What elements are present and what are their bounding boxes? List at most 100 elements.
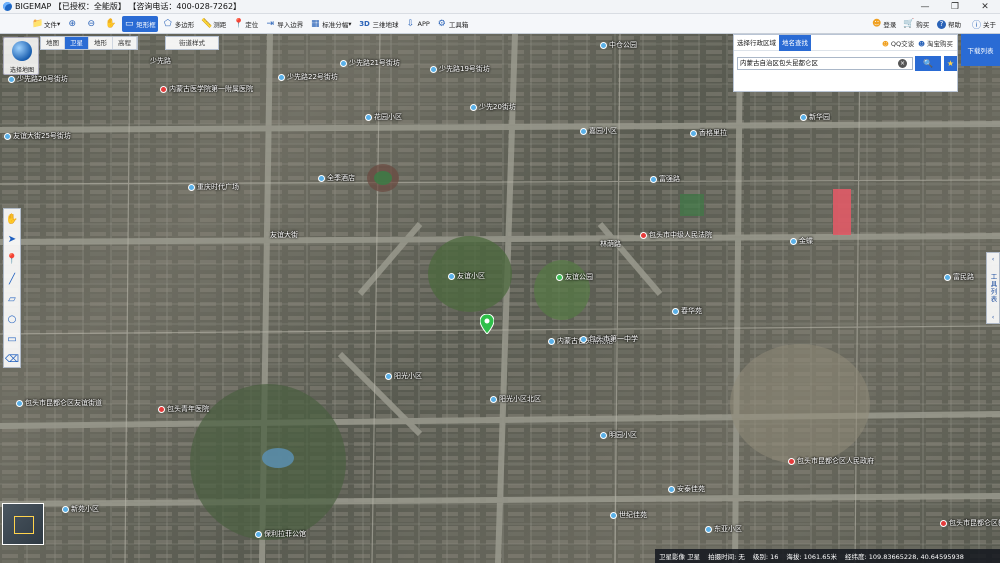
poi-label[interactable]: 包头市昆都仑区友谊街道 [16, 398, 102, 408]
street-style-button[interactable]: 街道样式 [165, 36, 219, 50]
poi-label[interactable]: 明园小区 [600, 430, 637, 440]
rectangle-select-icon: ▭ [125, 18, 134, 29]
poi-label[interactable]: 富强路 [650, 174, 680, 184]
poi-label[interactable]: 全季酒店 [318, 173, 355, 183]
marker-tool-icon[interactable]: 📍 [4, 249, 20, 269]
poi-label[interactable]: 世纪佳苑 [610, 510, 647, 520]
map-roads [0, 34, 1000, 563]
close-button[interactable]: ✕ [970, 0, 1000, 14]
help-button[interactable]: ? 帮助 [937, 14, 961, 34]
zoom-out-button[interactable]: ⊖ [84, 16, 100, 32]
status-lnglat: 经纬度: 109.83665228, 40.64595938 [845, 553, 964, 561]
poi-label[interactable]: 少先路21号街坊 [340, 58, 400, 68]
measure-distance-button[interactable]: 📏 测距 [199, 16, 228, 32]
poi-marker-icon [672, 307, 679, 315]
buy-button[interactable]: 🛒 购买 [903, 14, 929, 34]
rectangle-select-button[interactable]: ▭ 矩形框 [122, 15, 158, 32]
hand-tool-icon[interactable]: ✋ [4, 209, 20, 229]
poi-label[interactable]: 保利拉菲公馆 [255, 529, 306, 539]
poi-label[interactable]: 嘉园小区 [580, 126, 617, 136]
pan-button[interactable]: ✋ [103, 16, 119, 32]
poi-marker-icon [548, 337, 555, 345]
poi-label[interactable]: 东亚小区 [705, 524, 742, 534]
window-title: BIGEMAP 【已授权：全能版】 【咨询电话：400-028-7262】 [15, 2, 242, 11]
poi-marker-icon [580, 127, 587, 135]
poi-label[interactable]: 包头青年医院 [158, 404, 209, 414]
poi-marker-icon [4, 132, 11, 140]
polygon-tool-icon[interactable]: ▱ [4, 289, 20, 309]
login-button[interactable]: ☻ 登录 [872, 14, 896, 34]
tab-map[interactable]: 地图 [41, 37, 65, 49]
taobao-buy-button[interactable]: ☻ 淘宝购买 [918, 38, 953, 48]
poi-label[interactable]: 金蝶 [790, 236, 813, 246]
search-button[interactable]: 🔍 [915, 56, 941, 71]
rectangle-tool-icon[interactable]: ▭ [4, 329, 20, 349]
collapse-arrow-icon[interactable]: ‹ [992, 255, 995, 263]
poi-label[interactable]: 新苑小区 [62, 504, 99, 514]
minimize-button[interactable]: — [910, 0, 940, 14]
green-location-pin-icon[interactable] [480, 314, 494, 334]
file-menu-button[interactable]: 📁 文件 ▾ [30, 16, 62, 32]
about-button[interactable]: ⓘ 关于 [972, 14, 996, 34]
tab-select-region[interactable]: 选择行政区域 [734, 35, 779, 51]
poi-label[interactable]: 包头市昆都仑区人民政府 [788, 456, 874, 466]
line-tool-icon[interactable]: ╱ [4, 269, 20, 289]
about-icon: ⓘ [972, 20, 982, 31]
poi-marker-icon [650, 175, 657, 183]
tab-place-search[interactable]: 地名查找 [779, 34, 811, 51]
eraser-tool-icon[interactable]: ⌫ [4, 349, 20, 369]
pointer-tool-icon[interactable]: ➤ [4, 229, 20, 249]
collapse-arrow-icon[interactable]: ‹ [992, 313, 995, 321]
tab-terrain[interactable]: 地形 [89, 37, 113, 49]
poi-marker-icon [430, 65, 437, 73]
polygon-button[interactable]: ⬠ 多边形 [161, 16, 197, 32]
poi-label[interactable]: 少先路20号街坊 [8, 74, 68, 84]
poi-marker-icon [448, 272, 455, 280]
poi-text: 安泰佳苑 [677, 485, 705, 493]
poi-label[interactable]: 少先20街坊 [470, 102, 516, 112]
poi-label[interactable]: 友谊大街25号街坊 [4, 131, 71, 141]
import-boundary-button[interactable]: ⇥ 导入边界 [263, 16, 305, 32]
zoom-in-button[interactable]: ⊕ [65, 16, 81, 32]
poi-label[interactable]: 中仓公园 [600, 40, 637, 50]
poi-marker-icon [278, 73, 285, 81]
toolbox-button[interactable]: ⚙ 工具箱 [435, 16, 471, 32]
poi-label[interactable]: 阳光小区北区 [490, 394, 541, 404]
poi-label[interactable]: 内蒙古医学院第一附属医院 [160, 84, 253, 94]
standard-sheet-button[interactable]: ▦ 标准分幅 ▾ [308, 16, 353, 32]
3d-globe-button[interactable]: 3D 三维地球 [357, 16, 401, 32]
poi-label[interactable]: 春华苑 [672, 306, 702, 316]
locate-button[interactable]: 📍 定位 [231, 16, 260, 32]
poi-label[interactable]: 新华园 [800, 112, 830, 122]
road-label: 友谊大街 [270, 230, 298, 240]
satellite-map[interactable]: 少先路20号街坊 少先路21号街坊 少先路22号街坊 少先路19号街坊 内蒙古医… [0, 34, 1000, 563]
poi-label[interactable]: 富民路 [944, 272, 974, 282]
maximize-button[interactable]: ❐ [940, 0, 970, 14]
poi-label[interactable]: 重庆时代广场 [188, 182, 239, 192]
qq-chat-button[interactable]: ☻ QQ交谈 [882, 38, 914, 48]
poi-label[interactable]: 包头市第一中学 [580, 334, 638, 344]
search-input[interactable]: 内蒙古自治区包头昆都仑区 [737, 57, 913, 70]
poi-label[interactable]: 花园小区 [365, 112, 402, 122]
overview-minimap[interactable] [2, 503, 44, 545]
minimap-viewport[interactable] [14, 516, 34, 534]
poi-label[interactable]: 友谊小区 [448, 271, 485, 281]
download-list-button[interactable]: 下载列表 [961, 34, 1000, 66]
poi-label[interactable]: 安泰佳苑 [668, 484, 705, 494]
tab-elevation[interactable]: 高程 [113, 37, 137, 49]
clear-search-icon[interactable]: × [898, 59, 907, 68]
favorite-star-icon[interactable]: ★ [944, 56, 957, 71]
poi-label[interactable]: 香格里拉 [690, 128, 727, 138]
poi-label[interactable]: 包头市中级人民法院 [640, 230, 712, 240]
circle-tool-icon[interactable]: ○ [4, 309, 20, 329]
app-button[interactable]: ⇩ APP [404, 16, 432, 32]
poi-label[interactable]: 友谊公园 [556, 272, 593, 282]
poi-text: 友谊大街25号街坊 [13, 132, 71, 140]
poi-label[interactable]: 包头市昆都仑区教育局 [940, 518, 1000, 528]
poi-label[interactable]: 阳光小区 [385, 371, 422, 381]
poi-label[interactable]: 少先路22号街坊 [278, 72, 338, 82]
tool-list-panel[interactable]: ‹ 工具列表 ‹ [986, 252, 1000, 324]
poi-label[interactable]: 少先路19号街坊 [430, 64, 490, 74]
map-source-selector[interactable]: 选择地图 [3, 37, 39, 75]
tab-satellite[interactable]: 卫星 [65, 37, 89, 49]
